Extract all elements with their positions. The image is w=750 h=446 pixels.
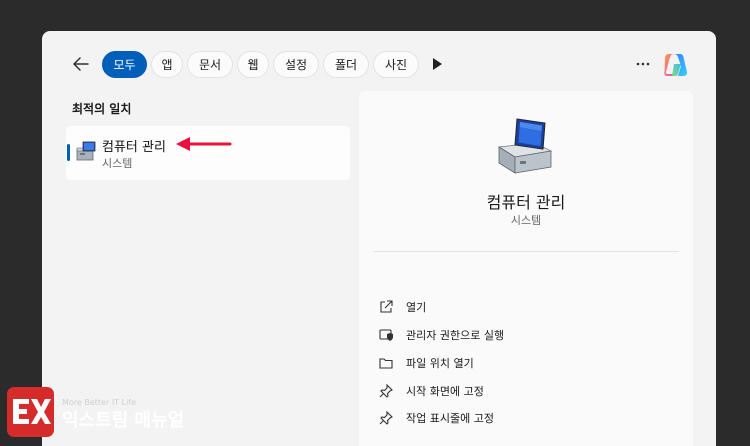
tab-settings[interactable]: 설정 [273, 51, 319, 78]
best-match-subtitle: 시스템 [102, 157, 133, 170]
site-name: 익스트림 매뉴얼 [62, 410, 185, 431]
detail-subtitle: 시스템 [510, 214, 542, 227]
site-logo-badge [7, 387, 54, 437]
pin-icon [379, 384, 393, 398]
back-button[interactable] [68, 52, 94, 76]
tab-photos[interactable]: 사진 [373, 51, 419, 78]
detail-title: 컴퓨터 관리 [486, 193, 566, 212]
selection-indicator [67, 144, 70, 161]
action-run-as-admin[interactable]: 관리자 권한으로 실행 [379, 325, 669, 345]
open-external-icon [380, 300, 393, 313]
tab-folders[interactable]: 폴더 [323, 51, 369, 78]
action-open[interactable]: 열기 [379, 297, 669, 317]
action-pin-to-taskbar[interactable]: 작업 표시줄에 고정 [379, 408, 669, 428]
tab-all[interactable]: 모두 [102, 51, 147, 78]
action-open-file-location-label: 파일 위치 열기 [406, 357, 474, 370]
best-match-heading: 최적의 일치 [72, 102, 132, 116]
action-pin-to-taskbar-label: 작업 표시줄에 고정 [406, 412, 494, 425]
tab-apps[interactable]: 앱 [151, 51, 183, 78]
more-filters-play-icon[interactable] [430, 56, 444, 72]
ex-logo-icon [13, 399, 51, 424]
search-panel: 모두 앱 문서 웹 설정 폴더 사진 최적의 일치 컴퓨터 관리 시스템 컴퓨터… [42, 31, 716, 446]
computer-management-large-icon [497, 118, 553, 174]
ellipsis-icon [636, 62, 650, 66]
annotation-arrow [176, 137, 232, 151]
detail-divider [373, 251, 679, 252]
action-open-label: 열기 [406, 301, 427, 314]
best-match-title: 컴퓨터 관리 [102, 140, 166, 155]
pin-icon [379, 411, 393, 425]
action-run-as-admin-label: 관리자 권한으로 실행 [406, 329, 505, 342]
tab-documents[interactable]: 문서 [187, 51, 233, 78]
more-options-button[interactable] [631, 53, 655, 75]
action-pin-to-start-label: 시작 화면에 고정 [406, 385, 484, 398]
action-open-file-location[interactable]: 파일 위치 열기 [379, 353, 669, 373]
back-arrow-icon [73, 57, 89, 71]
detail-pane: 컴퓨터 관리 시스템 열기 관리자 권한으로 실행 파일 위치 열기 시작 화면… [359, 91, 693, 446]
shield-icon [379, 329, 393, 341]
copilot-icon[interactable] [662, 52, 690, 78]
computer-management-icon [76, 141, 96, 161]
action-pin-to-start[interactable]: 시작 화면에 고정 [379, 381, 669, 401]
folder-icon [379, 358, 393, 369]
tab-web[interactable]: 웹 [237, 51, 269, 78]
